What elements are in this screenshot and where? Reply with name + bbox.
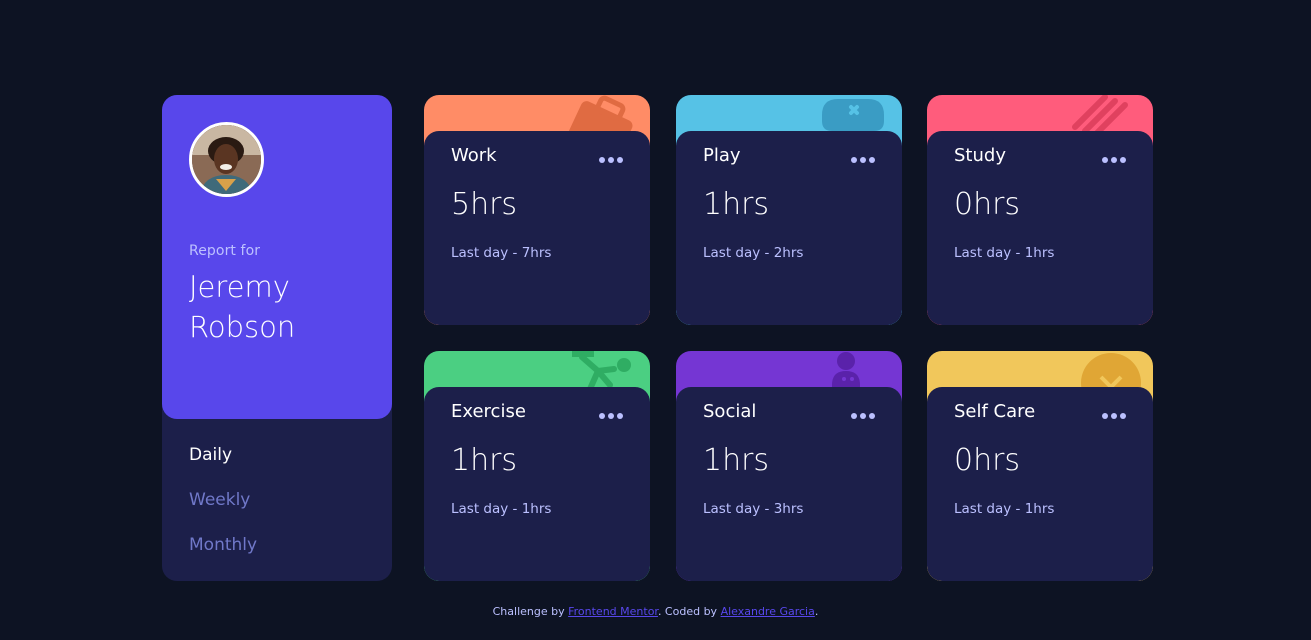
period-daily[interactable]: Daily (189, 443, 257, 488)
ellipsis-icon[interactable] (599, 413, 623, 419)
footer-middle: . Coded by (657, 605, 721, 618)
card-title: Play (703, 145, 741, 166)
card-hours: 1hrs (451, 443, 518, 478)
activity-card-study: Study 0hrs Last day - 1hrs (927, 95, 1153, 325)
activity-card-self-care: Self Care 0hrs Last day - 1hrs (927, 351, 1153, 581)
card-hours: 1hrs (703, 443, 770, 478)
activity-card-social: Social 1hrs Last day - 3hrs (676, 351, 902, 581)
user-name: Jeremy Robson (189, 267, 369, 347)
card-previous: Last day - 2hrs (703, 245, 804, 261)
user-avatar (189, 122, 264, 197)
card-previous: Last day - 1hrs (451, 501, 552, 517)
card-title: Exercise (451, 401, 526, 422)
card-hours: 5hrs (451, 187, 518, 222)
ellipsis-icon[interactable] (599, 157, 623, 163)
period-monthly[interactable]: Monthly (189, 533, 257, 578)
ellipsis-icon[interactable] (1102, 413, 1126, 419)
author-link[interactable]: Alexandre Garcia (721, 605, 815, 618)
footer-suffix: . (814, 605, 819, 618)
card-title: Work (451, 145, 497, 166)
card-hours: 1hrs (703, 187, 770, 222)
period-weekly[interactable]: Weekly (189, 488, 257, 533)
user-last-name: Robson (189, 310, 296, 344)
activity-card-work: Work 5hrs Last day - 7hrs (424, 95, 650, 325)
frontend-mentor-link[interactable]: Frontend Mentor (568, 605, 658, 618)
footer-prefix: Challenge by (492, 605, 569, 618)
user-first-name: Jeremy (189, 270, 290, 304)
card-hours: 0hrs (954, 443, 1021, 478)
card-title: Social (703, 401, 757, 422)
card-title: Self Care (954, 401, 1036, 422)
card-previous: Last day - 7hrs (451, 245, 552, 261)
card-previous: Last day - 1hrs (954, 245, 1055, 261)
card-title: Study (954, 145, 1006, 166)
card-previous: Last day - 3hrs (703, 501, 804, 517)
card-previous: Last day - 1hrs (954, 501, 1055, 517)
ellipsis-icon[interactable] (1102, 157, 1126, 163)
time-tracking-dashboard: Report for Jeremy Robson Daily Weekly Mo… (162, 95, 1153, 581)
period-selector: Daily Weekly Monthly (189, 443, 257, 578)
attribution-footer: Challenge by Frontend Mentor. Coded by A… (0, 605, 1311, 618)
ellipsis-icon[interactable] (851, 413, 875, 419)
activity-card-exercise: Exercise 1hrs Last day - 1hrs (424, 351, 650, 581)
profile-header: Report for Jeremy Robson (162, 95, 392, 419)
profile-card: Report for Jeremy Robson Daily Weekly Mo… (162, 95, 392, 581)
report-for-label: Report for (189, 243, 261, 259)
ellipsis-icon[interactable] (851, 157, 875, 163)
activity-card-play: Play 1hrs Last day - 2hrs (676, 95, 902, 325)
avatar-image (192, 125, 261, 194)
card-hours: 0hrs (954, 187, 1021, 222)
